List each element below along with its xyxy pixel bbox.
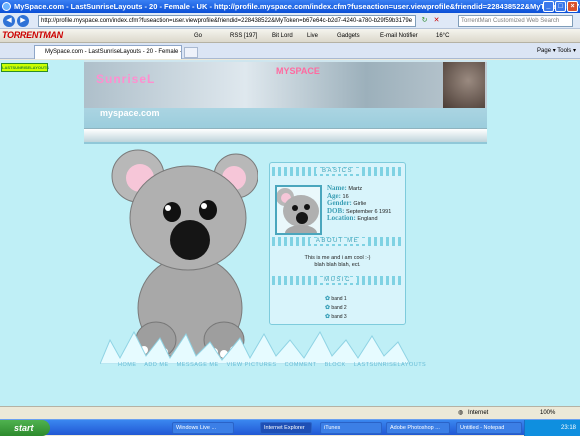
torrentman-logo: TORRENTMAN <box>2 30 63 40</box>
taskbar-internet-explorer[interactable]: Internet Explorer <box>260 422 312 434</box>
profile-photo-koala <box>277 188 319 233</box>
clover-icon: ✿ <box>325 296 331 302</box>
band-item[interactable]: ✿ band 1 <box>325 295 347 304</box>
ie-icon <box>2 2 11 11</box>
live-button[interactable]: Live <box>307 31 318 41</box>
taskbar-windows-live[interactable]: Windows Live ... <box>172 422 234 434</box>
go-button[interactable]: Go <box>194 31 202 41</box>
myspace-logo[interactable]: myspace.com <box>100 108 160 118</box>
lastsunrise-badge[interactable]: LASTSUNRISELAYOUTS <box>1 63 49 72</box>
band-item[interactable]: ✿ band 2 <box>325 304 347 313</box>
zone-text: Internet <box>468 410 489 416</box>
gadgets-button[interactable]: Gadgets <box>337 31 360 41</box>
profile-banner: SunriseL MYSPACE myspace.com <box>84 60 487 144</box>
about-line-1: This is me and i am cool :-) <box>304 255 371 261</box>
window-title: MySpace.com - LastSunriseLayouts - 20 - … <box>14 2 580 11</box>
weather-button[interactable]: 16°C <box>436 31 449 41</box>
new-tab-button[interactable] <box>184 47 198 58</box>
globe-icon: ◍ <box>458 410 464 416</box>
band-list: ✿ band 1 ✿ band 2 ✿ band 3 <box>325 295 347 322</box>
profile-photo[interactable] <box>275 185 322 235</box>
banner-bar <box>84 128 487 142</box>
nav-add-me[interactable]: ADD ME <box>144 362 168 368</box>
tools-menu[interactable]: Tools <box>557 48 571 54</box>
gender-value: Girlie <box>353 201 367 207</box>
address-bar: ◀ ▶ http://profile.myspace.com/index.cfm… <box>0 13 580 29</box>
taskbar: start Windows Live ... Internet Explorer… <box>0 419 580 436</box>
taskbar-itunes[interactable]: iTunes <box>320 422 382 434</box>
refresh-icon[interactable]: ↻ <box>420 16 429 25</box>
banner-text-left: SunriseL <box>96 72 156 86</box>
stop-icon[interactable]: ✕ <box>432 16 441 25</box>
window-titlebar: MySpace.com - LastSunriseLayouts - 20 - … <box>0 0 580 13</box>
taskbar-notepad[interactable]: Untitled - Notepad <box>456 422 522 434</box>
email-notifier-button[interactable]: E-mail Notifier <box>380 31 418 41</box>
rss-button[interactable]: RSS [197] <box>230 31 257 41</box>
banner-photo <box>443 62 485 108</box>
ice-grass-decoration <box>100 330 410 364</box>
nav-comment[interactable]: COMMENT <box>285 362 317 368</box>
banner-text-right: MYSPACE <box>276 66 320 76</box>
nav-view-pictures[interactable]: VIEW PICTURES <box>227 362 277 368</box>
band-item[interactable]: ✿ band 3 <box>325 313 347 322</box>
name-value: Martz <box>348 186 363 192</box>
location-label: Location: <box>327 214 356 222</box>
music-header: MUSIC <box>272 276 403 285</box>
about-header: ABOUT ME <box>272 237 403 246</box>
taskbar-photoshop[interactable]: Adobe Photoshop ... <box>386 422 450 434</box>
koala-nose <box>170 220 210 260</box>
basics-header: BASICS <box>272 167 403 176</box>
clock: 23:18 <box>560 425 576 431</box>
tab-myspace[interactable]: MySpace.com - LastSunriseLayouts - 20 - … <box>34 45 182 59</box>
back-icon[interactable]: ◀ <box>3 15 15 27</box>
basics-info: Name: Martz Age: 16 Gender: Girlie DOB: … <box>327 185 405 223</box>
clover-icon: ✿ <box>325 305 331 311</box>
tab-bar: MySpace.com - LastSunriseLayouts - 20 - … <box>0 43 580 59</box>
status-bar: ◍ Internet 100% <box>0 406 580 419</box>
nav-block[interactable]: BLOCK <box>325 362 346 368</box>
torrentman-toolbar: TORRENTMAN Go RSS [197] Bit Lord Live Ga… <box>0 29 580 43</box>
profile-nav: HOME ADD ME MESSAGE ME VIEW PICTURES COM… <box>118 362 426 368</box>
nav-lastsunrise[interactable]: LASTSUNRISELAYOUTS <box>354 362 426 368</box>
page-menu[interactable]: Page <box>537 48 551 54</box>
search-input[interactable]: TorrentMan Customized Web Search <box>458 15 573 27</box>
bitlord-button[interactable]: Bit Lord <box>272 31 293 41</box>
forward-icon[interactable]: ▶ <box>17 15 29 27</box>
nav-home[interactable]: HOME <box>118 362 137 368</box>
about-line-2: blah blah blah, ect. <box>314 262 361 268</box>
url-field[interactable]: http://profile.myspace.com/index.cfm?fus… <box>38 15 416 27</box>
profile-panel: BASICS Name: Martz Age: 16 Gender: Girli… <box>269 162 406 325</box>
close-button[interactable]: × <box>567 1 578 12</box>
maximize-button[interactable]: □ <box>555 1 566 12</box>
about-text: This is me and i am cool :-) blah blah b… <box>272 255 403 269</box>
location-value: England <box>357 216 378 222</box>
clover-icon: ✿ <box>325 314 331 320</box>
minimize-button[interactable]: _ <box>543 1 554 12</box>
nav-message-me[interactable]: MESSAGE ME <box>177 362 219 368</box>
start-button[interactable]: start <box>0 420 50 436</box>
page-content: LASTSUNRISELAYOUTS SunriseL MYSPACE mysp… <box>0 60 580 406</box>
page-tools: Page ▾ Tools ▾ <box>537 48 576 54</box>
zoom-level[interactable]: 100% <box>540 407 555 419</box>
system-tray: 23:18 <box>524 420 580 436</box>
